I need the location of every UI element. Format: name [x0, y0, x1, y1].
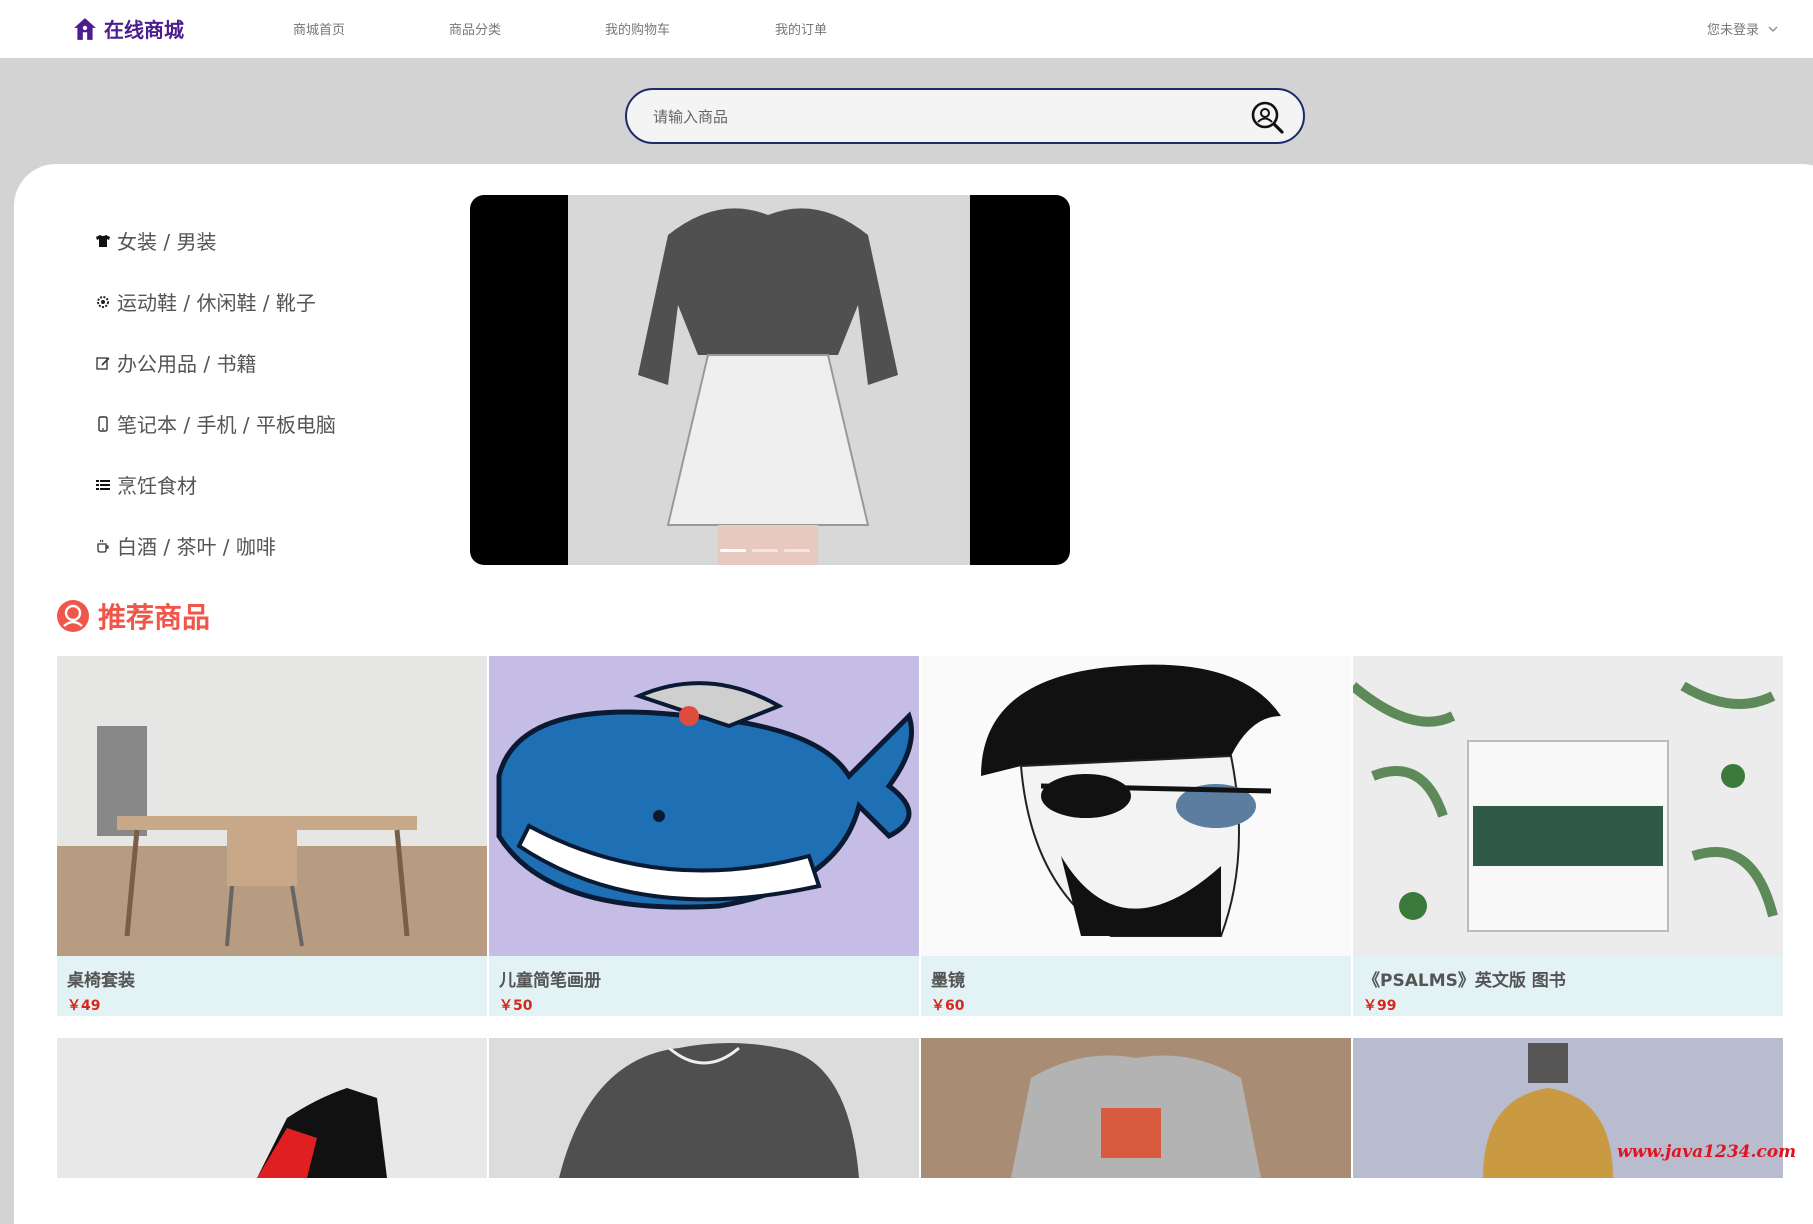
product-card[interactable] — [489, 1038, 919, 1178]
product-image-whale — [489, 656, 919, 956]
product-image-psalms-book — [1353, 656, 1783, 956]
login-status: 您未登录 — [1706, 23, 1759, 38]
carousel-dot[interactable] — [752, 549, 778, 552]
nav-home[interactable]: 商城首页 — [293, 19, 345, 38]
product-price: ￥50 — [499, 998, 533, 1014]
search-bar — [625, 88, 1305, 144]
nav-categories[interactable]: 商品分类 — [449, 19, 501, 38]
product-name: 桌椅套装 — [67, 971, 135, 991]
product-image-shirt — [489, 1038, 919, 1178]
search-icon[interactable] — [1249, 99, 1285, 135]
chevron-down-icon — [1768, 26, 1778, 32]
nav-cart[interactable]: 我的购物车 — [605, 19, 670, 38]
category-office-books[interactable]: 办公用品 / 书籍 — [95, 332, 336, 393]
product-info: 儿童简笔画册 ￥50 — [489, 956, 919, 1016]
product-card[interactable] — [57, 1038, 487, 1178]
nav-orders[interactable]: 我的订单 — [775, 19, 827, 38]
top-navbar: 在线商城 商城首页 商品分类 我的购物车 我的订单 您未登录 — [0, 0, 1813, 58]
home-icon — [74, 17, 96, 40]
product-name: 《PSALMS》英文版 图书 — [1363, 971, 1566, 991]
service-icon — [57, 600, 89, 632]
edit-icon — [96, 356, 110, 370]
product-card[interactable] — [921, 1038, 1351, 1178]
product-image-tshirt — [921, 1038, 1351, 1178]
site-logo[interactable]: 在线商城 — [72, 14, 184, 43]
category-label: 运动鞋 / 休闲鞋 / 靴子 — [117, 291, 316, 315]
banner-carousel[interactable] — [470, 195, 1070, 565]
carousel-dot[interactable] — [720, 549, 746, 552]
product-card[interactable]: 墨镜 ￥60 — [921, 656, 1351, 1016]
list-icon — [96, 479, 110, 490]
category-food[interactable]: 烹饪食材 — [95, 454, 336, 515]
category-electronics[interactable]: 笔记本 / 手机 / 平板电脑 — [95, 393, 336, 454]
product-card[interactable]: 儿童简笔画册 ￥50 — [489, 656, 919, 1016]
product-image-sunglasses — [921, 656, 1351, 956]
user-login-menu[interactable]: 您未登录 — [1707, 19, 1779, 38]
banner-image — [568, 195, 970, 565]
category-shoes[interactable]: 运动鞋 / 休闲鞋 / 靴子 — [95, 271, 336, 332]
carousel-indicators — [720, 549, 810, 552]
product-image-desk-chair — [57, 656, 487, 956]
product-card[interactable]: 桌椅套装 ￥49 — [57, 656, 487, 1016]
product-info: 墨镜 ￥60 — [921, 956, 1351, 1016]
product-info: 桌椅套装 ￥49 — [57, 956, 487, 1016]
product-info: 《PSALMS》英文版 图书 ￥99 — [1353, 956, 1783, 1016]
gear-icon — [97, 295, 109, 308]
search-input[interactable] — [651, 102, 1215, 132]
product-name: 儿童简笔画册 — [499, 971, 601, 991]
category-drinks[interactable]: 白酒 / 茶叶 / 咖啡 — [95, 515, 336, 576]
category-label: 烹饪食材 — [117, 474, 197, 498]
cup-icon — [97, 539, 109, 553]
product-card[interactable]: 《PSALMS》英文版 图书 ￥99 — [1353, 656, 1783, 1016]
category-menu: 女装 / 男装 运动鞋 / 休闲鞋 / 靴子 办公用品 / 书籍 笔记本 / 手… — [95, 210, 336, 576]
product-name: 墨镜 — [931, 971, 965, 991]
product-image-sneaker — [57, 1038, 487, 1178]
category-label: 女装 / 男装 — [117, 230, 217, 254]
logo-text: 在线商城 — [104, 18, 184, 42]
recommend-section-title: 推荐商品 — [56, 596, 210, 636]
product-price: ￥49 — [67, 998, 101, 1014]
product-price: ￥60 — [931, 998, 965, 1014]
category-label: 笔记本 / 手机 / 平板电脑 — [117, 413, 336, 437]
tshirt-icon — [96, 234, 110, 247]
category-label: 办公用品 / 书籍 — [117, 352, 257, 376]
product-price: ￥99 — [1363, 998, 1397, 1014]
carousel-dot[interactable] — [784, 549, 810, 552]
recommend-title-text: 推荐商品 — [98, 601, 211, 634]
phone-icon — [98, 415, 108, 432]
watermark-text: www.java1234.com — [1617, 1142, 1797, 1162]
category-label: 白酒 / 茶叶 / 咖啡 — [117, 535, 276, 559]
product-grid: 桌椅套装 ￥49 儿童简笔画册 ￥50 墨镜 ￥60 《PSALMS》英文版 图… — [57, 656, 1783, 1178]
category-clothing[interactable]: 女装 / 男装 — [95, 210, 336, 271]
